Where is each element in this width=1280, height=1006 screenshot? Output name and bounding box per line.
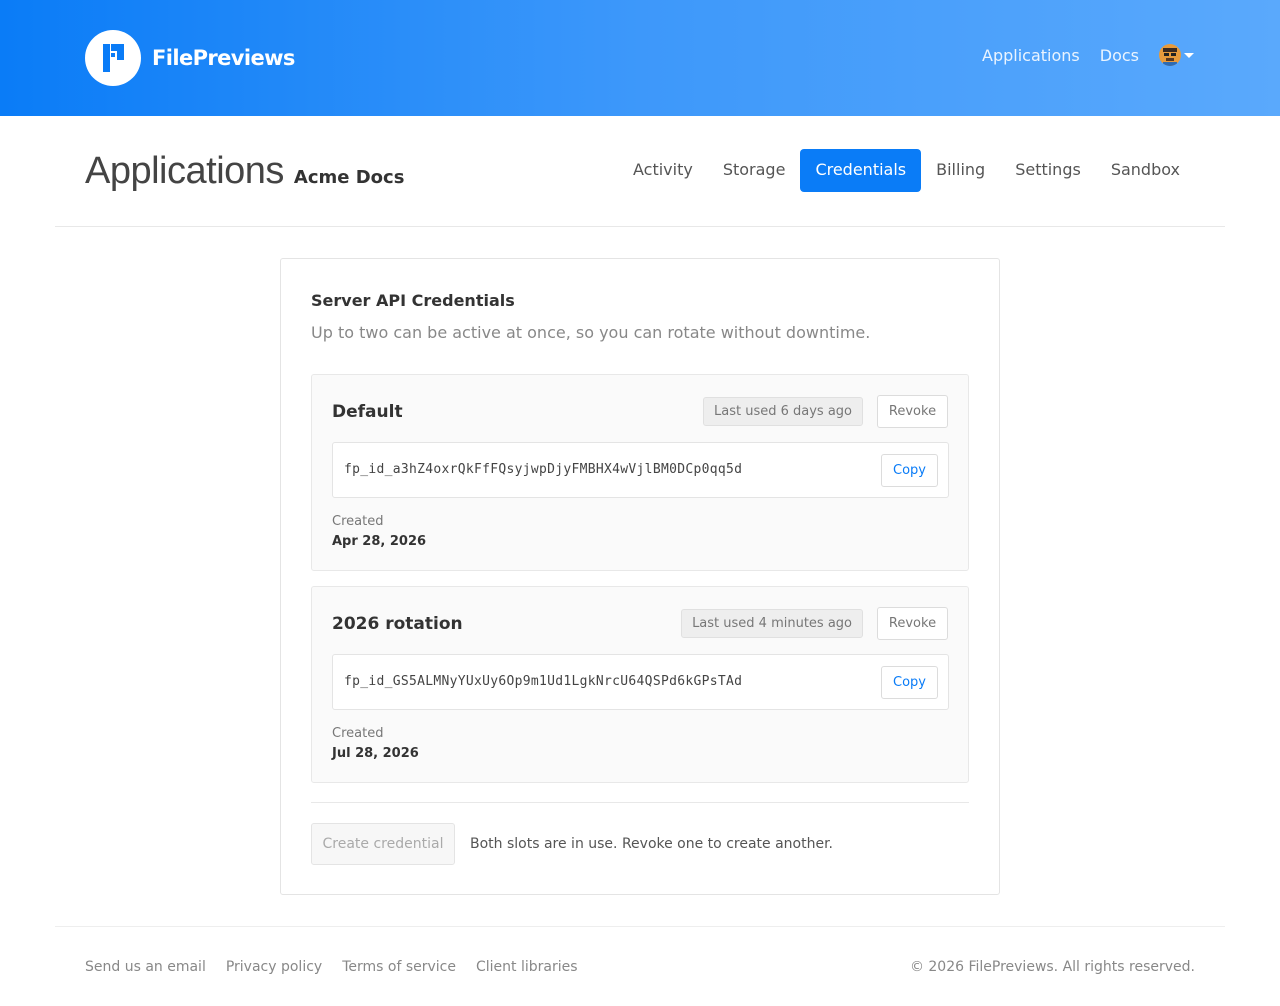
credential-item: 2026 rotation Last used 4 minutes ago Re… <box>311 586 969 783</box>
footer: Send us an email Privacy policy Terms of… <box>55 926 1225 1006</box>
footer-link-terms[interactable]: Terms of service <box>342 959 456 975</box>
create-credential-button[interactable]: Create credential <box>311 823 455 865</box>
nav-docs[interactable]: Docs <box>1100 46 1139 65</box>
last-used-badge: Last used 4 minutes ago <box>681 609 863 638</box>
revoke-button[interactable]: Revoke <box>877 607 948 640</box>
chevron-down-icon <box>1184 52 1194 58</box>
footer-links: Send us an email Privacy policy Terms of… <box>85 959 598 975</box>
last-used-badge: Last used 6 days ago <box>703 397 863 426</box>
avatar <box>1159 44 1181 66</box>
divider <box>311 802 969 803</box>
top-nav: Applications Docs <box>962 44 1194 66</box>
tab-credentials[interactable]: Credentials <box>800 149 922 192</box>
page-header: Applications Acme Docs Activity Storage … <box>55 116 1225 227</box>
brand[interactable]: FilePreviews <box>85 30 295 86</box>
tab-sandbox[interactable]: Sandbox <box>1096 149 1195 192</box>
tab-settings[interactable]: Settings <box>1000 149 1096 192</box>
created-date: Apr 28, 2026 <box>332 534 427 549</box>
tab-activity[interactable]: Activity <box>618 149 708 192</box>
credential-name: Default <box>332 402 403 422</box>
copy-button[interactable]: Copy <box>881 666 938 699</box>
created-label: Created <box>332 514 384 529</box>
footer-link-privacy[interactable]: Privacy policy <box>226 959 322 975</box>
filepreviews-logo-icon <box>85 30 141 86</box>
nav-applications[interactable]: Applications <box>982 46 1080 65</box>
footer-link-email[interactable]: Send us an email <box>85 959 206 975</box>
tab-billing[interactable]: Billing <box>921 149 1000 192</box>
credential-key-field[interactable]: fp_id_GS5ALMNyYUxUy6Op9m1Ud1LgkNrcU64QSP… <box>332 654 949 710</box>
page-heading: Applications <box>85 150 284 192</box>
footer-link-client-libraries[interactable]: Client libraries <box>476 959 578 975</box>
copy-button[interactable]: Copy <box>881 454 938 487</box>
user-menu[interactable] <box>1159 44 1194 66</box>
created-date: Jul 28, 2026 <box>332 746 419 761</box>
copyright: © 2026 FilePreviews. All rights reserved… <box>909 959 1195 975</box>
credentials-card: Server API Credentials Up to two can be … <box>280 258 1000 895</box>
credential-name: 2026 rotation <box>332 614 463 634</box>
app-name: Acme Docs <box>293 167 405 188</box>
created-label: Created <box>332 726 384 741</box>
revoke-button[interactable]: Revoke <box>877 395 948 428</box>
credential-key-field[interactable]: fp_id_a3hZ4oxrQkFfFQsyjwpDjyFMBHX4wVjlBM… <box>332 442 949 498</box>
top-bar: FilePreviews Applications Docs <box>0 0 1280 116</box>
tab-storage[interactable]: Storage <box>708 149 801 192</box>
page-title: Applications Acme Docs <box>85 150 404 193</box>
card-title: Server API Credentials <box>311 291 515 310</box>
credential-key[interactable]: fp_id_GS5ALMNyYUxUy6Op9m1Ud1LgkNrcU64QSP… <box>344 674 742 689</box>
card-subtitle: Up to two can be active at once, so you … <box>311 323 871 342</box>
credential-key[interactable]: fp_id_a3hZ4oxrQkFfFQsyjwpDjyFMBHX4wVjlBM… <box>344 462 742 477</box>
brand-name: FilePreviews <box>152 46 295 70</box>
app-subnav: Activity Storage Credentials Billing Set… <box>618 149 1195 192</box>
credential-item: Default Last used 6 days ago Revoke fp_i… <box>311 374 969 571</box>
create-note: Both slots are in use. Revoke one to cre… <box>470 836 833 852</box>
